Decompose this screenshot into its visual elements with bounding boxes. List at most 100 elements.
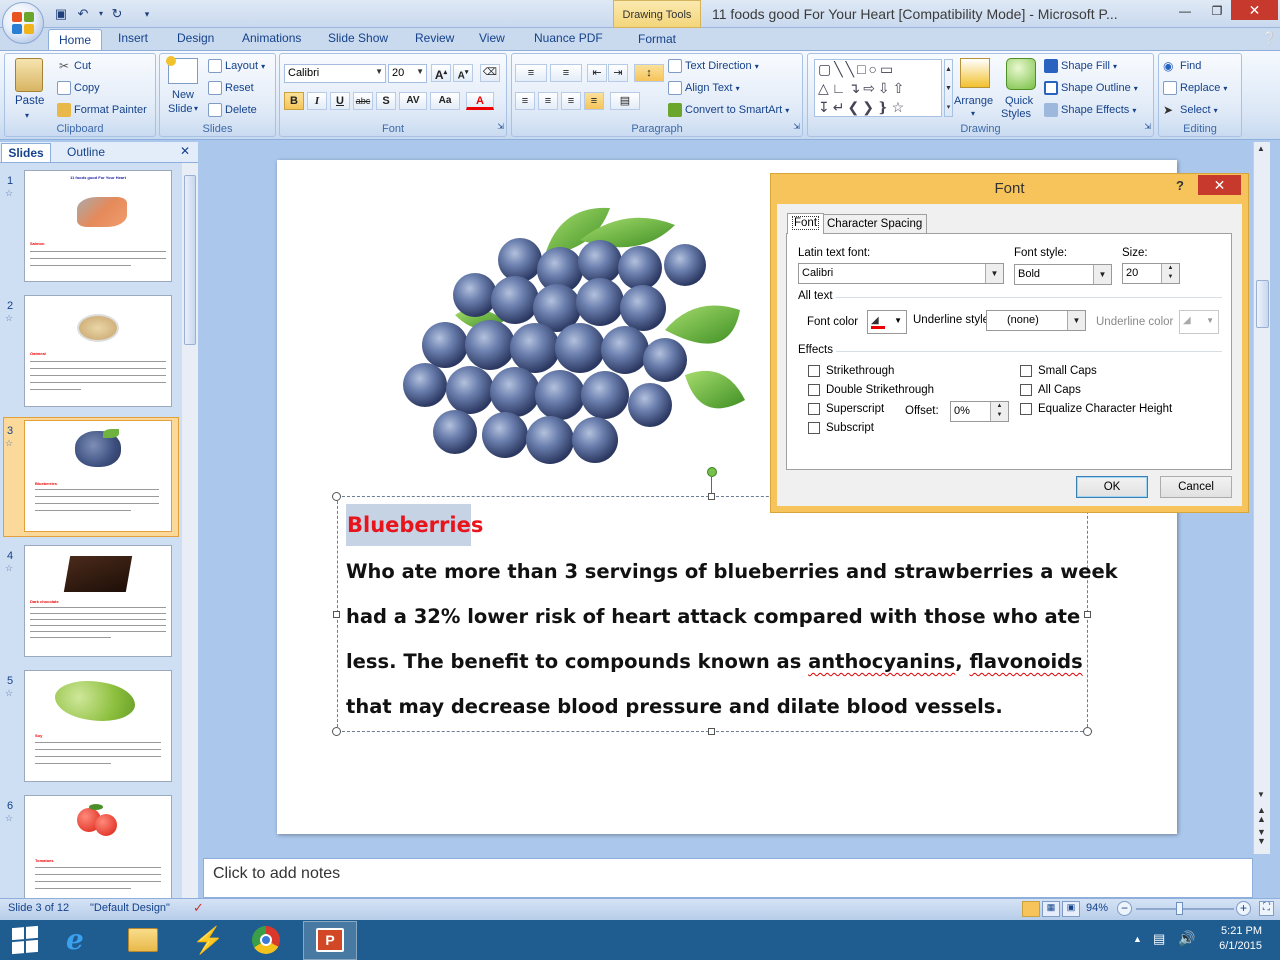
italic-icon[interactable]: I [307,92,327,110]
powerpoint-taskbar-button[interactable]: P [303,921,357,960]
new-slide-label-2[interactable]: Slide [168,102,192,116]
format-painter-button[interactable]: Format Painter [57,103,147,118]
shape-outline-button[interactable]: Shape Outline ▾ [1044,81,1138,96]
tab-outline[interactable]: Outline [58,143,114,162]
align-right-icon[interactable]: ≡ [561,92,581,110]
find-button[interactable]: ◉ Find [1163,59,1201,73]
font-color-icon[interactable]: A [466,92,494,110]
body-line-3[interactable]: less. The benefit to compounds known as … [346,650,1083,673]
columns-icon[interactable]: ▤ [610,92,640,110]
offset-spinner[interactable]: 0% ▲ ▼ [950,401,1009,422]
slide-show-view-icon[interactable]: ▣ [1062,901,1080,917]
underline-icon[interactable]: U [330,92,350,110]
next-slide-icon[interactable]: ▼ ▼ [1257,828,1266,846]
window-close-icon[interactable]: ✕ [1231,0,1278,20]
tab-insert[interactable]: Insert [118,31,148,50]
body-line-1[interactable]: Who ate more than 3 servings of blueberr… [346,560,1118,583]
zoom-out-icon[interactable]: − [1117,901,1132,916]
fit-to-window-icon[interactable]: ⛶ [1259,901,1274,916]
paste-dropdown-icon[interactable]: ▾ [25,109,29,123]
office-button[interactable] [2,2,44,44]
save-icon[interactable]: ▣ [52,5,70,23]
shrink-font-icon[interactable]: A▾ [453,64,473,82]
zoom-level[interactable]: 94% [1086,902,1108,914]
tab-font-dialog-font[interactable]: Font [787,213,825,234]
app-icon[interactable]: ⚡ [192,925,224,955]
slide-thumbnail-6[interactable]: Tomatoes [24,795,172,898]
resize-handle-top-left[interactable] [332,492,341,501]
resize-handle-right[interactable] [1084,611,1091,618]
scrollbar-thumb[interactable] [184,175,196,345]
resize-handle-bottom-right[interactable] [1083,727,1092,736]
increase-indent-icon[interactable]: ⇥ [608,64,628,82]
scrollbar-thumb[interactable] [1256,280,1269,328]
numbering-icon[interactable]: ≡ [550,64,582,82]
align-center-icon[interactable]: ≡ [538,92,558,110]
tab-slides[interactable]: Slides [1,143,51,162]
normal-view-icon[interactable] [1022,901,1040,917]
tab-animations[interactable]: Animations [242,31,301,50]
reset-button[interactable]: Reset [208,81,254,96]
tab-character-spacing[interactable]: Character Spacing [822,214,928,234]
copy-button[interactable]: Copy [57,81,100,96]
arrange-dropdown-icon[interactable]: ▾ [971,107,975,121]
slide-sorter-view-icon[interactable]: ▦ [1042,901,1060,917]
notes-pane[interactable]: Click to add notes [203,858,1253,898]
blueberries-picture[interactable] [395,200,770,475]
latin-font-select[interactable]: Calibri ▼ [798,263,1004,284]
network-icon[interactable]: ▤ [1153,931,1165,947]
replace-button[interactable]: Replace ▾ [1163,81,1227,96]
resize-handle-bottom[interactable] [708,728,715,735]
internet-explorer-icon[interactable]: e [66,926,96,954]
tab-nuance-pdf[interactable]: Nuance PDF [534,31,603,50]
undo-icon[interactable]: ↶ [74,5,92,23]
double-strikethrough-checkbox[interactable] [808,384,820,396]
font-size-combo[interactable]: 20 ▼ [388,64,427,83]
paragraph-dialog-launcher-icon[interactable]: ⇲ [793,120,800,134]
quick-styles-label-2[interactable]: Styles [1001,107,1031,121]
cut-button[interactable]: ✂ Cut [57,59,91,73]
cancel-button[interactable]: Cancel [1160,476,1232,498]
show-hidden-icons-icon[interactable]: ▲ [1133,934,1142,944]
slide-thumbnail-5[interactable]: Soy [24,670,172,782]
align-left-icon[interactable]: ≡ [515,92,535,110]
zoom-in-icon[interactable]: + [1236,901,1251,916]
scroll-up-icon[interactable]: ▲ [1257,144,1265,153]
help-icon[interactable]: ❔ [1262,31,1277,45]
clock[interactable]: 5:21 PM 6/1/2015 [1198,924,1262,954]
new-slide-label-1[interactable]: New [172,88,194,102]
bullets-icon[interactable]: ≡ [515,64,547,82]
drawing-dialog-launcher-icon[interactable]: ⇲ [1144,120,1151,134]
font-color-picker[interactable]: ◢ ▼ [867,310,907,334]
tab-review[interactable]: Review [415,31,454,50]
quick-styles-icon[interactable] [1006,58,1036,90]
grow-font-icon[interactable]: A▴ [431,64,451,82]
superscript-checkbox[interactable] [808,403,820,415]
thumbnails-scrollbar[interactable] [182,163,198,898]
shapes-gallery-scroll[interactable]: ▲ ▼ ▾ [944,59,953,117]
decrease-indent-icon[interactable]: ⇤ [587,64,607,82]
slide-thumbnail-3[interactable]: Blueberries [24,420,172,532]
new-slide-icon[interactable] [166,56,198,84]
font-style-select[interactable]: Bold ▼ [1014,264,1112,285]
windows-start-icon[interactable] [12,925,38,955]
size-spinner[interactable]: 20 ▲ ▼ [1122,263,1180,284]
minimize-icon[interactable]: — [1170,0,1200,22]
bold-icon[interactable]: B [284,92,304,110]
subscript-checkbox[interactable] [808,422,820,434]
rotation-handle[interactable] [707,467,717,477]
customize-qat-icon[interactable]: ▾ [138,5,156,23]
equalize-height-checkbox[interactable] [1020,403,1032,415]
strikethrough-checkbox[interactable] [808,365,820,377]
zoom-slider-track[interactable] [1136,908,1234,910]
shape-fill-button[interactable]: Shape Fill ▾ [1044,59,1117,74]
tab-design[interactable]: Design [177,31,214,50]
tab-view[interactable]: View [479,31,505,50]
delete-button[interactable]: Delete [208,103,257,118]
file-explorer-icon[interactable] [128,928,158,952]
arrange-icon[interactable] [960,58,990,88]
character-spacing-icon[interactable]: AV [399,92,427,110]
chrome-icon[interactable] [252,926,280,954]
line-spacing-icon[interactable]: ↕ [634,64,664,82]
dialog-help-icon[interactable]: ? [1176,178,1184,193]
